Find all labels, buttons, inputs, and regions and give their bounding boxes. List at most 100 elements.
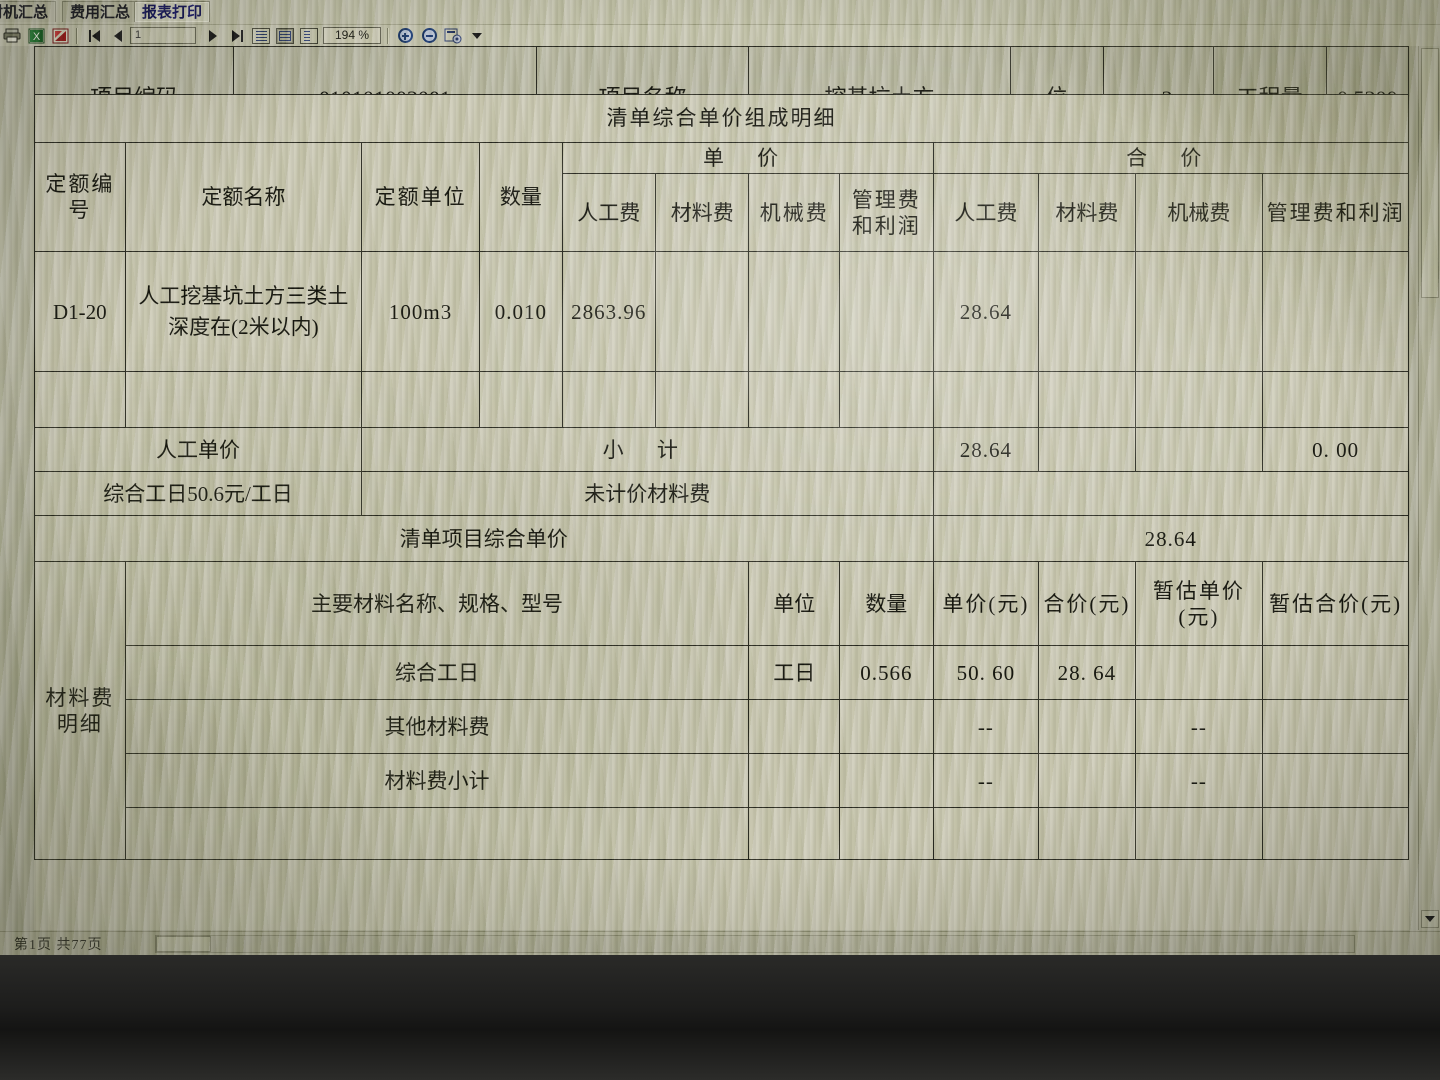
previous-page-icon [114, 29, 122, 42]
cell-row-total-overhead [1262, 251, 1409, 373]
cell-row-unit-machine [748, 251, 841, 373]
cell-material-price [932, 807, 1040, 861]
cell-row-code [34, 371, 126, 429]
cell-row-total-material [1038, 371, 1136, 429]
continuous-page-view-button[interactable] [274, 26, 296, 46]
cell-material-qty [839, 699, 934, 755]
mat-col-header-total: 合价(元) [1038, 561, 1136, 647]
cell-row-unit [360, 371, 481, 429]
material-row: 其他材料费 -- -- [35, 699, 1409, 755]
cell-row-total-material [1038, 251, 1136, 373]
table-row: D1-20 人工挖基坑土方三类土深度在(2米以内) 100m3 0.010 28… [34, 251, 1409, 373]
last-page-button[interactable] [226, 26, 248, 46]
monitor-bezel [0, 955, 1440, 1080]
cell-row-qty: 0.010 [479, 251, 563, 373]
cell-row-unit-material [655, 371, 750, 429]
tab-fee-summary[interactable]: 费用汇总 [62, 1, 139, 22]
zoom-in-button[interactable] [394, 26, 416, 46]
cell-material-est-price: -- [1134, 699, 1264, 755]
export-pdf-button[interactable] [49, 26, 71, 46]
col-header-unit-material: 材料费 [655, 173, 750, 253]
tab-label: 费用汇总 [70, 4, 131, 21]
cell-material-total [1038, 753, 1136, 809]
page-setup-button[interactable] [442, 26, 464, 46]
last-page-icon [231, 29, 243, 42]
cell-project-name-label: 项目名称 [535, 46, 750, 94]
cell-material-est-price [1134, 807, 1264, 861]
zoom-out-button[interactable] [418, 26, 440, 46]
report-page: 清单综合单价组成明细 定额编号 定额名称 定额单位 数量 单 价 合 价 人工费… [34, 94, 1410, 930]
horizontal-scrollbar[interactable] [155, 935, 1355, 953]
col-header-total-overhead: 管理费和利润 [1262, 173, 1409, 253]
table-row [34, 371, 1409, 429]
tab-material-machine-summary[interactable]: 材机汇总 [0, 1, 57, 22]
table-header-group-row: 定额编号 定额名称 定额单位 数量 单 价 合 价 [34, 141, 1410, 253]
scroll-down-button[interactable] [1421, 910, 1439, 928]
cell-row-total-machine [1134, 371, 1264, 429]
export-excel-button[interactable]: X [25, 26, 47, 46]
mat-col-header-unit: 单位 [748, 561, 841, 647]
col-header-unit-machine: 机械费 [748, 173, 841, 253]
cell-row-name: 人工挖基坑土方三类土深度在(2米以内) [124, 251, 363, 373]
next-page-button[interactable] [202, 26, 224, 46]
vertical-scrollbar[interactable] [1418, 46, 1440, 930]
cell-material-name: 材料费小计 [124, 753, 750, 809]
first-page-icon [88, 29, 100, 42]
cell-project-code-label: 项目编码 [34, 46, 235, 94]
material-row: 综合工日 工日 0.566 50. 60 28. 64 [35, 645, 1409, 701]
cell-material-unit [748, 699, 841, 755]
cell-quantity-label: 工程量 [1212, 46, 1327, 94]
cell-material-total [1038, 699, 1136, 755]
col-header-total-price-group: 合 价 [932, 141, 1410, 175]
cell-project-name-value: 挖基坑土方 [748, 46, 1011, 94]
col-header-total-machine: 机械费 [1134, 173, 1264, 253]
previous-page-button[interactable] [107, 26, 129, 46]
cell-row-total-overhead [1262, 371, 1409, 429]
cell-material-price: 50. 60 [932, 645, 1040, 701]
chevron-down-icon [472, 32, 482, 39]
cell-material-total: 28. 64 [1038, 645, 1136, 701]
facing-page-view-icon [300, 27, 318, 44]
col-header-unit-price-group: 单 价 [561, 141, 934, 175]
cell-row-unit: 100m3 [360, 251, 481, 373]
cell-labor-unit-price-label: 人工单价 [34, 427, 362, 473]
cell-unpriced-material-label: 未计价材料费 [361, 471, 934, 517]
material-detail-header-row: 材料费明细 主要材料名称、规格、型号 单位 数量 单价(元) 合价(元) 暂估单… [34, 561, 1409, 861]
next-page-icon [209, 29, 217, 42]
cell-material-est-total [1262, 645, 1409, 701]
unpriced-material-row: 综合工日50.6元/工日 未计价材料费 [34, 471, 1410, 517]
material-detail-side-label: 材料费明细 [34, 561, 126, 861]
cell-subtotal-material [1038, 427, 1136, 473]
cell-row-unit-labor [561, 371, 657, 429]
single-page-view-icon [252, 27, 270, 44]
cell-row-name [124, 371, 363, 429]
page-number-input[interactable]: 1 [130, 27, 196, 44]
excel-export-icon: X [28, 28, 44, 43]
horizontal-scrollbar-thumb[interactable] [156, 936, 211, 952]
col-header-unit-overhead: 管理费和利润 [839, 173, 934, 253]
cell-unit-value: m3 [1102, 46, 1214, 94]
cell-row-code: D1-20 [34, 251, 126, 373]
facing-page-view-button[interactable] [298, 26, 320, 46]
tab-label: 报表打印 [142, 4, 203, 21]
col-header-total-labor: 人工费 [932, 173, 1040, 253]
cell-material-est-total [1262, 807, 1409, 861]
cell-row-total-machine [1134, 251, 1264, 373]
cell-material-price: -- [932, 753, 1040, 809]
cell-material-unit [748, 753, 841, 809]
cell-material-name: 其他材料费 [124, 699, 750, 755]
comprehensive-price-row: 清单项目综合单价 28.64 [34, 515, 1410, 563]
monitor-photograph: 材机汇总 费用汇总 报表打印 X [0, 0, 1440, 1080]
zoom-level-field[interactable]: 194 % [323, 27, 381, 44]
chevron-down-icon [1425, 916, 1435, 922]
cell-material-unit: 工日 [748, 645, 841, 701]
page-info-label: 第1页 共77页 [14, 937, 103, 953]
vertical-scrollbar-thumb[interactable] [1421, 48, 1439, 298]
tab-report-print[interactable]: 报表打印 [134, 1, 211, 22]
cell-comprehensive-value: 28.64 [932, 515, 1410, 563]
single-page-view-button[interactable] [250, 26, 272, 46]
first-page-button[interactable] [83, 26, 105, 46]
print-button[interactable] [1, 26, 23, 46]
section-title: 清单综合单价组成明细 [34, 94, 1409, 143]
toolbar-dropdown-button[interactable] [466, 26, 488, 46]
